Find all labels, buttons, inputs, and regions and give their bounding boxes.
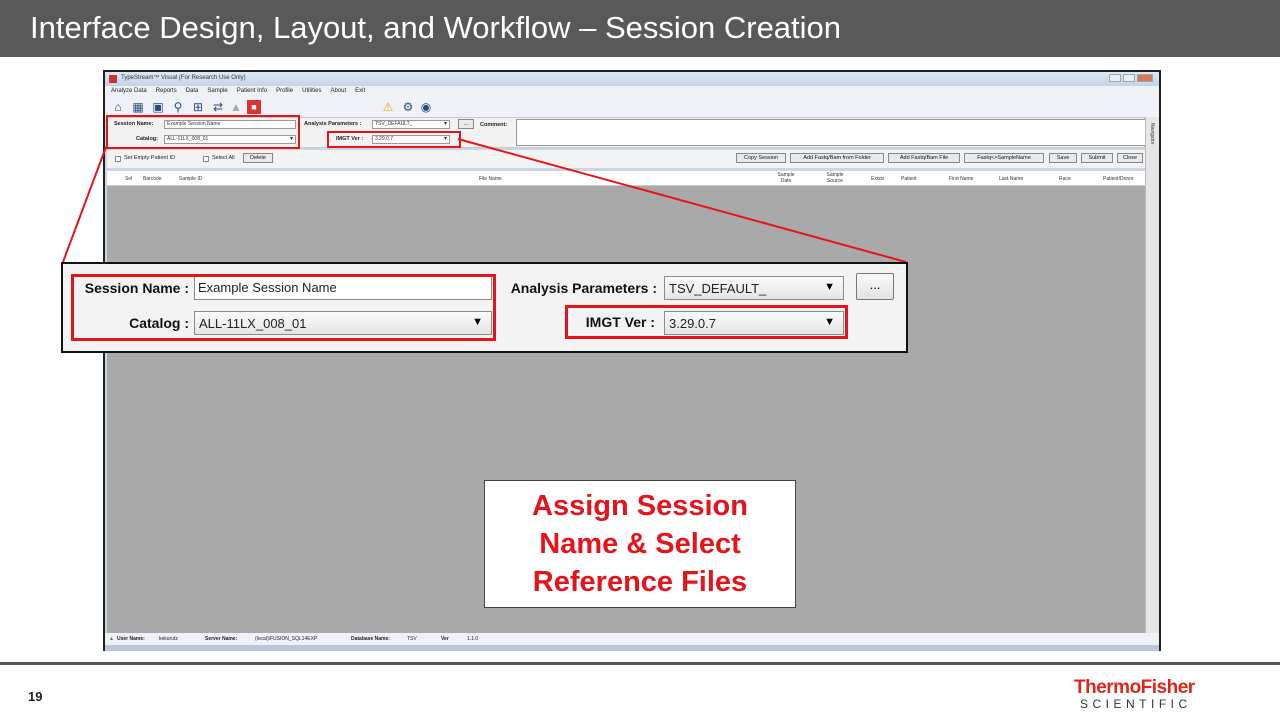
callout-line-3: Reference Files (532, 566, 748, 598)
footer-divider (0, 662, 1280, 665)
logo-subtitle: SCIENTIFIC (1080, 697, 1192, 711)
page-number: 19 (28, 689, 43, 704)
callout-lines (62, 138, 907, 263)
callout-line-2: Name & Select (539, 528, 741, 560)
highlight-session-catalog (71, 274, 496, 341)
callout-text: Assign Session Name & Select Reference F… (532, 487, 748, 601)
callout-line-1: Assign Session (532, 490, 748, 522)
highlight-imgt (565, 305, 848, 339)
zoom-analysis-params-label: Analysis Parameters : (510, 280, 657, 296)
thermofisher-logo: ThermoFisher SCIENTIFIC (1074, 677, 1214, 711)
slide: Interface Design, Layout, and Workflow –… (0, 0, 1280, 720)
callout-box: Assign Session Name & Select Reference F… (484, 480, 796, 608)
zoom-analysis-params-browse-button[interactable]: ... (856, 273, 894, 300)
callout-line-right (457, 138, 907, 263)
chevron-down-icon: ▼ (824, 281, 835, 293)
logo-wordmark: ThermoFisher (1074, 677, 1195, 698)
zoom-analysis-params-value: TSV_DEFAULT_ (669, 281, 767, 296)
callout-line-left (62, 146, 107, 263)
zoom-analysis-params-select[interactable]: TSV_DEFAULT_ ▼ (664, 276, 844, 300)
